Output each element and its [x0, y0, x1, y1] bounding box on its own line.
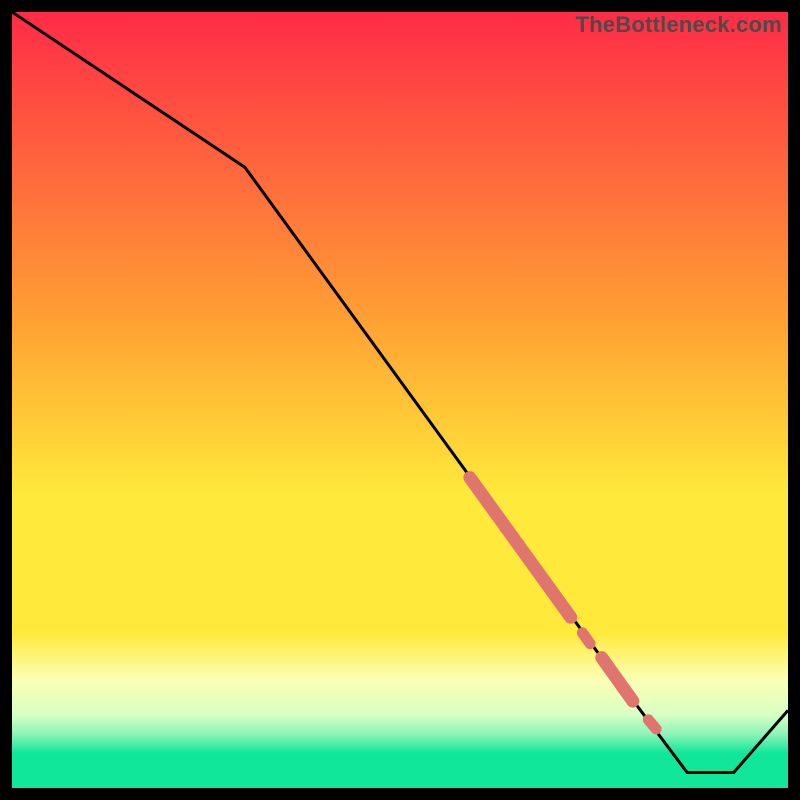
bottleneck-chart — [12, 12, 788, 788]
chart-frame: TheBottleneck.com — [12, 12, 788, 788]
highlight-segment-3 — [648, 720, 656, 729]
gradient-background — [12, 12, 788, 788]
watermark-text: TheBottleneck.com — [576, 12, 782, 38]
highlight-segment-1 — [582, 633, 590, 644]
